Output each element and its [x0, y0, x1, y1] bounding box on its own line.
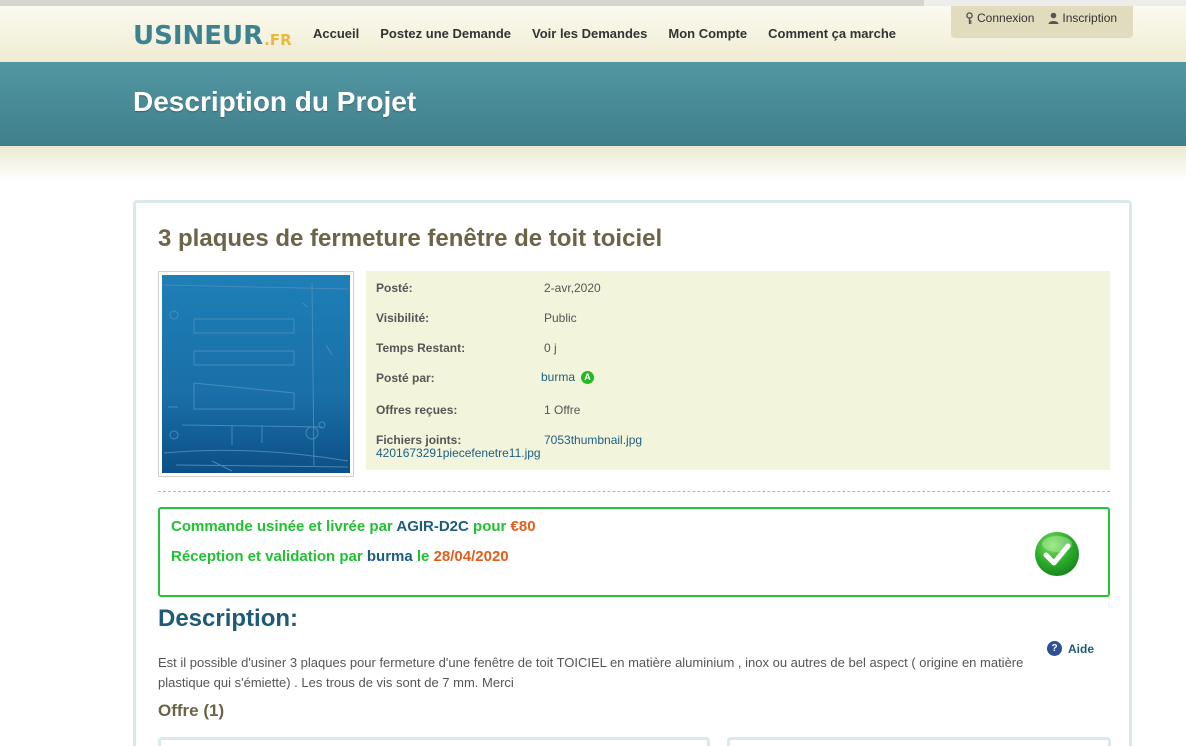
visibility-value: Public: [544, 311, 577, 325]
user-status-badge: A: [581, 371, 595, 385]
order-for-text: pour: [468, 518, 511, 535]
login-label: Connexion: [977, 11, 1035, 25]
description-title: Description:: [158, 605, 299, 632]
project-card: 3 plaques de fermeture fenêtre de toit t…: [133, 200, 1132, 746]
sketch-image: [162, 275, 350, 473]
help-label: Aide: [1068, 641, 1095, 656]
account-panel: Connexion Inscription: [951, 6, 1133, 38]
nav-postez-demande[interactable]: Postez une Demande: [380, 26, 511, 41]
order-delivered-line: Commande usinée et livrée par AGIR-D2C p…: [171, 518, 536, 535]
checkmark-icon: [1035, 532, 1079, 576]
file-link-2[interactable]: 4201673291piecefenetre11.jpg: [376, 446, 541, 460]
help-icon: ?: [1047, 641, 1062, 656]
remaining-label: Temps Restant:: [376, 341, 466, 355]
project-thumbnail[interactable]: [158, 271, 354, 477]
key-icon: [966, 12, 973, 24]
offers-value: 1 Offre: [544, 403, 581, 417]
help-link[interactable]: ? Aide: [1047, 641, 1094, 656]
offer-side-card: [727, 737, 1111, 746]
remaining-value: 0 j: [544, 341, 557, 355]
visibility-label: Visibilité:: [376, 311, 430, 325]
offer-card: [158, 737, 710, 746]
file-link-1[interactable]: 7053thumbnail.jpg: [544, 433, 642, 447]
order-date: 28/04/2020: [433, 548, 509, 565]
nav-mon-compte[interactable]: Mon Compte: [668, 26, 747, 41]
logo-suffix: .FR: [264, 31, 292, 49]
posted-by-user-link[interactable]: burma: [541, 370, 575, 384]
validator-link[interactable]: burma: [367, 548, 413, 565]
description-text: Est il possible d'usiner 3 plaques pour …: [158, 655, 1024, 690]
section-divider: [158, 491, 1110, 492]
user-icon: [1048, 12, 1059, 24]
main-nav: Accueil Postez une Demande Voir les Dema…: [313, 26, 917, 41]
nav-voir-demandes[interactable]: Voir les Demandes: [532, 26, 647, 41]
page-banner: Description du Projet: [0, 62, 1186, 146]
order-validated-line: Réception et validation par burma le 28/…: [171, 548, 509, 565]
order-validated-text: Réception et validation par: [171, 548, 367, 565]
register-link[interactable]: Inscription: [1048, 11, 1117, 38]
site-logo[interactable]: USINEUR .FR: [133, 20, 292, 50]
project-title: 3 plaques de fermeture fenêtre de toit t…: [158, 225, 663, 252]
page-title: Description du Projet: [133, 86, 417, 117]
logo-text: USINEUR: [133, 21, 264, 51]
nav-comment-ca-marche[interactable]: Comment ça marche: [768, 26, 896, 41]
login-link[interactable]: Connexion: [965, 11, 1034, 38]
order-date-prefix: le: [412, 548, 434, 565]
project-info-panel: Posté: 2-avr,2020 Visibilité: Public Tem…: [366, 271, 1110, 470]
order-delivered-text: Commande usinée et livrée par: [171, 518, 397, 535]
vendor-link[interactable]: AGIR-D2C: [396, 518, 469, 535]
posted-value: 2-avr,2020: [544, 281, 601, 295]
offers-label: Offres reçues:: [376, 403, 458, 417]
order-price: €80: [510, 518, 536, 535]
register-label: Inscription: [1062, 11, 1118, 25]
offers-title: Offre (1): [158, 701, 225, 720]
posted-label: Posté:: [376, 281, 413, 295]
nav-accueil[interactable]: Accueil: [313, 26, 359, 41]
files-label: Fichiers joints:: [376, 433, 462, 447]
posted-by-user: burma A: [541, 370, 595, 385]
banner-fade: [0, 146, 1186, 180]
posted-by-label: Posté par:: [376, 371, 435, 385]
order-status-box: Commande usinée et livrée par AGIR-D2C p…: [158, 507, 1110, 597]
